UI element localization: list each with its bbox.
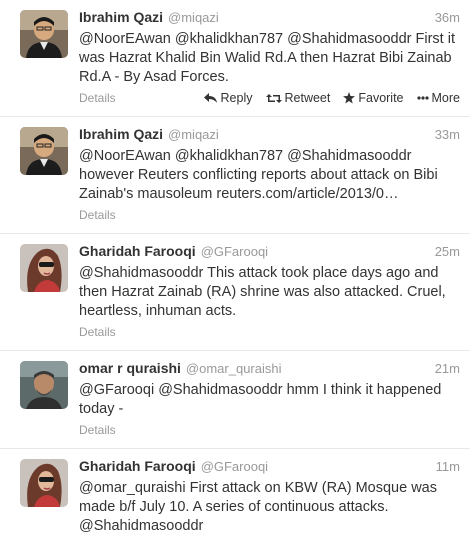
tweet[interactable]: omar r quraishi @omar_quraishi 21m @GFar… (0, 351, 470, 449)
details-link[interactable]: Details (79, 423, 116, 437)
tweet[interactable]: Ibrahim Qazi @miqazi 36m @NoorEAwan @kha… (0, 0, 470, 117)
tweet-fullname[interactable]: Ibrahim Qazi (79, 9, 163, 25)
avatar[interactable] (20, 244, 68, 292)
tweet-username[interactable]: @omar_quraishi (186, 361, 282, 376)
tweet-username[interactable]: @miqazi (168, 10, 219, 25)
retweet-label: Retweet (284, 91, 331, 105)
avatar[interactable] (20, 459, 68, 507)
reply-button[interactable]: Reply (203, 91, 253, 105)
tweet-fullname[interactable]: Gharidah Farooqi (79, 243, 196, 259)
tweet-timestamp[interactable]: 11m (436, 459, 460, 474)
tweet-actions: Reply Retweet Favorite More (203, 91, 460, 105)
more-button[interactable]: More (416, 91, 460, 105)
tweet-username[interactable]: @GFarooqi (201, 459, 268, 474)
tweet-fullname[interactable]: Gharidah Farooqi (79, 458, 196, 474)
reply-icon (203, 92, 218, 104)
tweet-timestamp[interactable]: 25m (435, 244, 460, 259)
tweet-fullname[interactable]: omar r quraishi (79, 360, 181, 376)
tweet-timestamp[interactable]: 36m (435, 10, 460, 25)
retweet-button[interactable]: Retweet (265, 91, 331, 105)
star-icon (343, 92, 356, 104)
avatar[interactable] (20, 10, 68, 58)
details-link[interactable]: Details (79, 91, 116, 105)
tweet-timeline: Ibrahim Qazi @miqazi 36m @NoorEAwan @kha… (0, 0, 470, 545)
tweet-text: @Shahidmasooddr This attack took place d… (79, 265, 446, 319)
tweet-username[interactable]: @miqazi (168, 127, 219, 142)
more-icon (416, 96, 429, 100)
details-link[interactable]: Details (79, 208, 116, 222)
more-label: More (431, 91, 460, 105)
avatar[interactable] (20, 361, 68, 409)
reply-label: Reply (220, 91, 253, 105)
tweet-text: @GFarooqi @Shahidmasooddr hmm I think it… (79, 382, 442, 417)
details-link[interactable]: Details (79, 325, 116, 339)
tweet[interactable]: Ibrahim Qazi @miqazi 33m @NoorEAwan @kha… (0, 117, 470, 234)
favorite-button[interactable]: Favorite (343, 91, 404, 105)
tweet-username[interactable]: @GFarooqi (201, 244, 268, 259)
tweet[interactable]: Gharidah Farooqi @GFarooqi 25m @Shahidma… (0, 234, 470, 351)
avatar[interactable] (20, 127, 68, 175)
tweet[interactable]: Gharidah Farooqi @GFarooqi 11m @omar_qur… (0, 449, 470, 545)
tweet-fullname[interactable]: Ibrahim Qazi (79, 126, 163, 142)
favorite-label: Favorite (358, 91, 404, 105)
retweet-icon (265, 93, 282, 104)
tweet-text: @NoorEAwan @khalidkhan787 @Shahidmasoodd… (79, 31, 455, 85)
tweet-timestamp[interactable]: 33m (435, 127, 460, 142)
tweet-text: @NoorEAwan @khalidkhan787 @Shahidmasoodd… (79, 148, 438, 202)
tweet-timestamp[interactable]: 21m (435, 361, 460, 376)
